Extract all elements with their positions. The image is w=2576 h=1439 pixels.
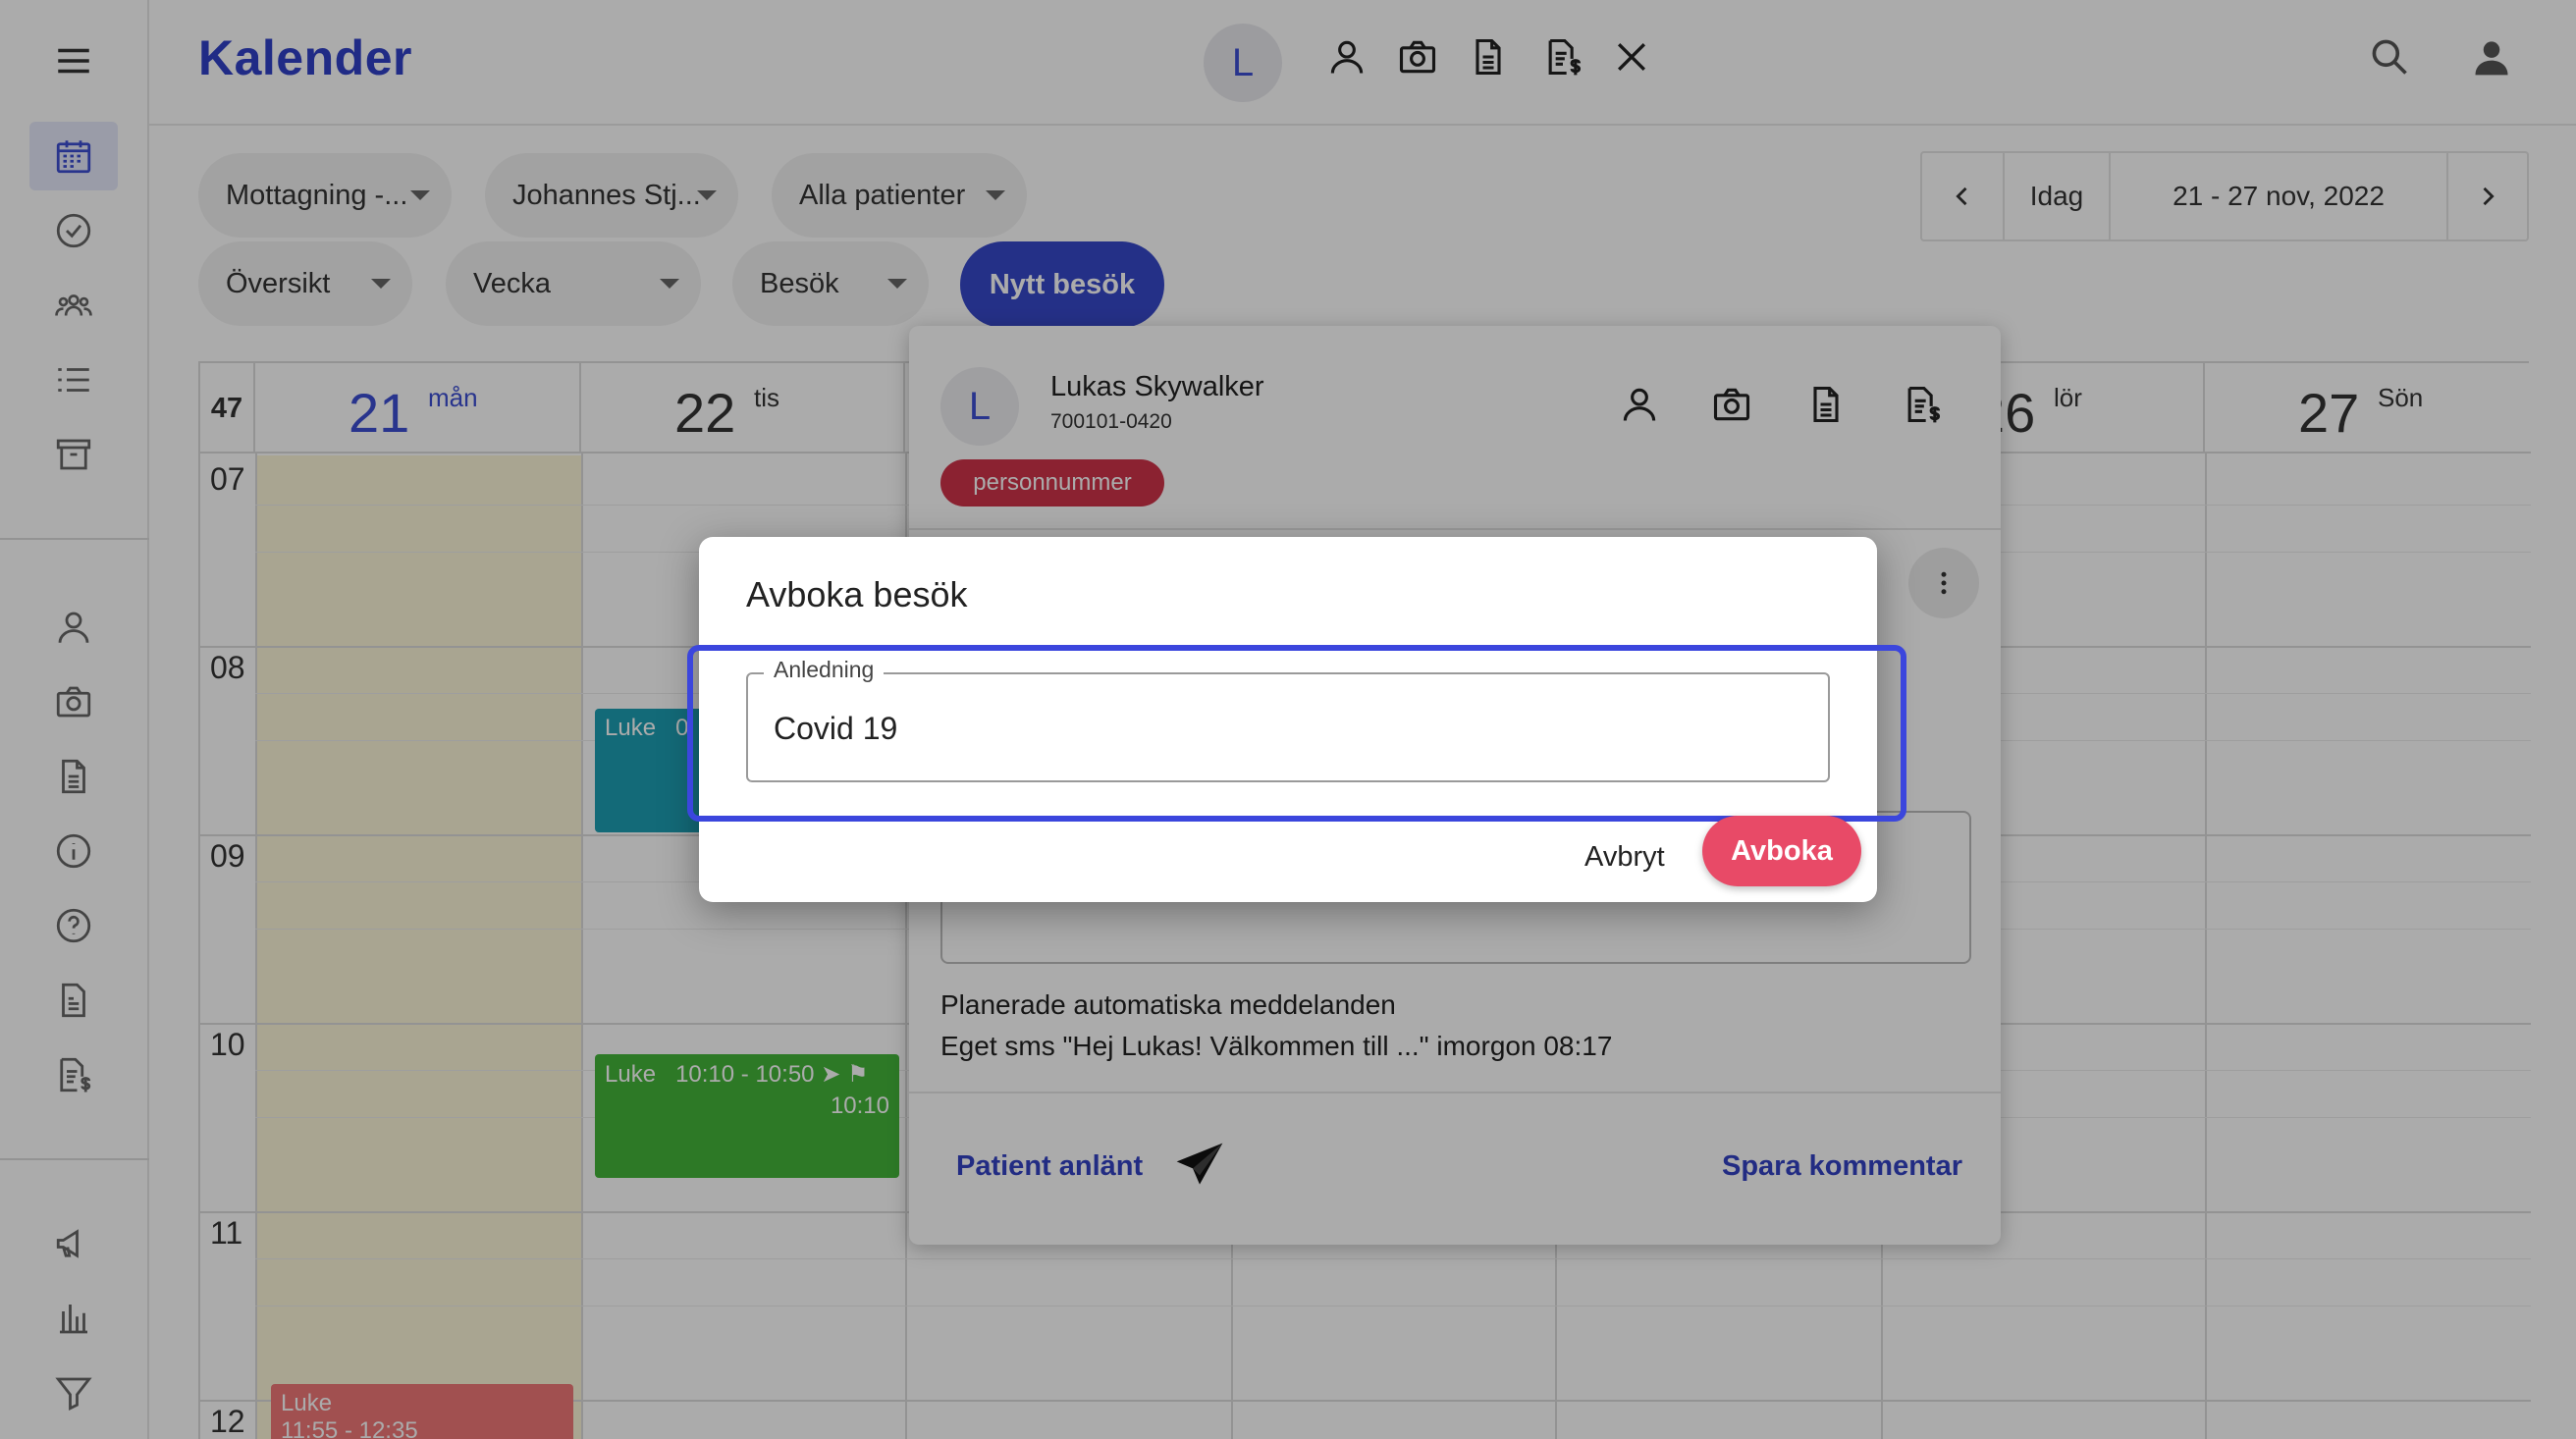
cancel-visit-dialog: Avboka besök Anledning Avbryt Avboka <box>687 537 1906 902</box>
cancel-button[interactable]: Avbryt <box>1569 827 1681 886</box>
reason-input[interactable] <box>774 704 1795 753</box>
dialog-title: Avboka besök <box>746 574 968 614</box>
confirm-cancel-visit-button[interactable]: Avboka <box>1702 816 1861 886</box>
reason-field[interactable]: Anledning <box>746 657 1830 782</box>
reason-field-label: Anledning <box>764 657 885 683</box>
